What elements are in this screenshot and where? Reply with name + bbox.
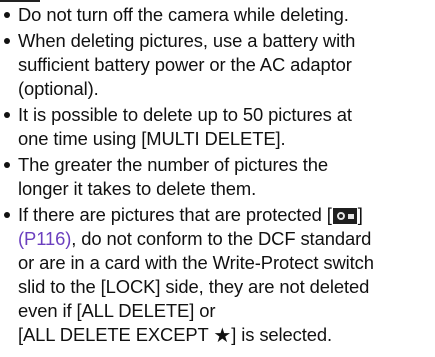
note-line: It is possible to delete up to 50 pictur… [18, 104, 352, 125]
note-line: longer it takes to delete them. [18, 178, 257, 199]
note-line: If there are pictures that are protected… [0, 203, 435, 227]
bullet-dot [4, 162, 10, 168]
note-line: (P116), do not conform to the DCF standa… [0, 227, 435, 251]
note-camera-power: Do not turn off the camera while deletin… [0, 3, 435, 27]
note-protected-pictures: If there are pictures that are protected… [0, 203, 435, 347]
top-rule [0, 0, 40, 2]
bullet-dot [4, 38, 10, 44]
text-segment: , do not conform to the DCF standard [71, 228, 372, 249]
note-line: even if [ALL DELETE] or [18, 300, 216, 321]
bullet-dot [4, 112, 10, 118]
page-reference-link[interactable]: (P116) [18, 228, 71, 249]
note-multi-delete: It is possible to delete up to 50 pictur… [0, 103, 435, 151]
star-icon: ★ [213, 325, 232, 347]
text-segment: [ALL DELETE EXCEPT [18, 324, 214, 345]
text-segment: ] is selected. [231, 324, 333, 345]
note-line: one time using [MULTI DELETE]. [18, 128, 286, 149]
note-line: (optional). [18, 78, 99, 99]
note-line: [ALL DELETE EXCEPT ★] is selected. [0, 323, 435, 347]
note-line: When deleting pictures, use a battery wi… [18, 30, 356, 51]
instruction-notes: Do not turn off the camera while deletin… [0, 0, 435, 357]
text-segment: If there are pictures that are protected… [18, 204, 332, 225]
note-line: Do not turn off the camera while deletin… [18, 4, 349, 25]
note-line: or are in a card with the Write-Protect … [18, 252, 374, 273]
bullet-dot [4, 12, 10, 18]
note-line: The greater the number of pictures the [18, 154, 329, 175]
note-line: sufficient battery power or the AC adapt… [18, 54, 352, 75]
bullet-dot [4, 212, 10, 218]
note-battery: When deleting pictures, use a battery wi… [0, 29, 435, 101]
text-segment: ] [357, 204, 363, 225]
note-delete-time: The greater the number of pictures the l… [0, 153, 435, 201]
protect-icon [332, 208, 357, 224]
note-line: slid to the [LOCK] side, they are not de… [18, 276, 370, 297]
